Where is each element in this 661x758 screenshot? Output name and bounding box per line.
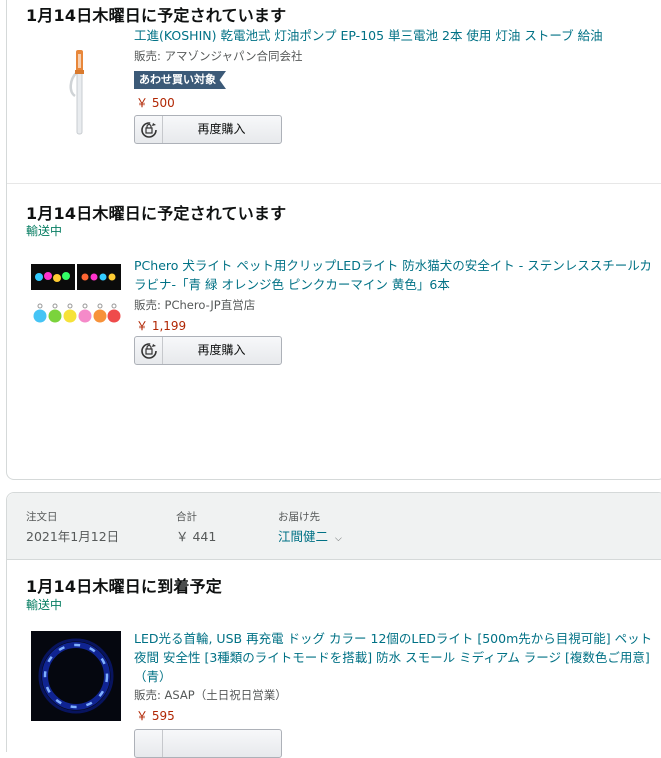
ship-to-label: お届け先 xyxy=(278,511,320,523)
add-on-badge: あわせ買い対象 xyxy=(134,71,226,89)
shipping-status: 輸送中 xyxy=(26,598,63,612)
buy-again-icon xyxy=(135,116,163,143)
order-total: ￥ 441 xyxy=(176,529,217,544)
product-image[interactable] xyxy=(67,48,91,136)
buy-again-button[interactable]: 再度購入 xyxy=(134,115,282,144)
product-image[interactable] xyxy=(31,631,121,721)
item-price: ￥ 500 xyxy=(136,96,175,110)
buy-again-label: 再度購入 xyxy=(197,122,246,136)
item-price: ￥ 595 xyxy=(136,709,175,723)
delivery-title: 1月14日木曜日に到着予定 xyxy=(26,577,222,596)
delivery-title: 1月14日木曜日に予定されています xyxy=(26,204,287,223)
buy-again-icon xyxy=(135,730,163,757)
order-total-label: 合計 xyxy=(176,511,197,523)
product-image[interactable] xyxy=(31,264,121,334)
kerosene-pump-icon xyxy=(69,50,84,135)
product-title-link[interactable]: PChero 犬ライト ペット用クリップLEDライト 防水猫犬の安全イト - ス… xyxy=(134,256,656,294)
order-card: 注文日 2021年1月12日 合計 ￥ 441 お届け先 江間健二 ⌵ 1月14… xyxy=(6,492,661,758)
led-pet-lights-icon xyxy=(31,264,121,323)
product-title-link[interactable]: 工進(KOSHIN) 乾電池式 灯油ポンプ EP-105 単三電池 2本 使用 … xyxy=(134,26,656,45)
buy-again-button[interactable] xyxy=(134,729,282,758)
item-price: ￥ 1,199 xyxy=(136,319,187,333)
delivery-title: 1月14日木曜日に予定されています xyxy=(26,6,287,25)
shipping-status: 輸送中 xyxy=(26,224,63,238)
order-date-label: 注文日 xyxy=(26,511,58,523)
order-header: 注文日 2021年1月12日 合計 ￥ 441 お届け先 江間健二 ⌵ xyxy=(7,493,661,560)
order-card: 1月14日木曜日に予定されています 工進(KOSHIN) 乾電池式 灯油ポンプ … xyxy=(6,0,661,480)
order-date: 2021年1月12日 xyxy=(26,529,120,544)
led-collar-icon xyxy=(31,631,121,721)
seller-text: 販売: ASAP（土日祝日営業） xyxy=(134,688,287,702)
buy-again-button[interactable]: 再度購入 xyxy=(134,336,282,365)
product-title-link[interactable]: LED光る首輪, USB 再充電 ドッグ カラー 12個のLEDライト [500… xyxy=(134,629,656,686)
ship-to-name: 江間健二 xyxy=(278,529,329,544)
seller-text: 販売: アマゾンジャパン合同会社 xyxy=(134,49,303,63)
seller-text: 販売: PChero-JP直営店 xyxy=(134,298,256,312)
shipment-divider xyxy=(7,183,661,184)
chevron-down-icon: ⌵ xyxy=(335,534,342,544)
buy-again-icon xyxy=(135,337,163,364)
buy-again-label: 再度購入 xyxy=(197,343,246,357)
ship-to-dropdown[interactable]: 江間健二 ⌵ xyxy=(278,526,342,545)
